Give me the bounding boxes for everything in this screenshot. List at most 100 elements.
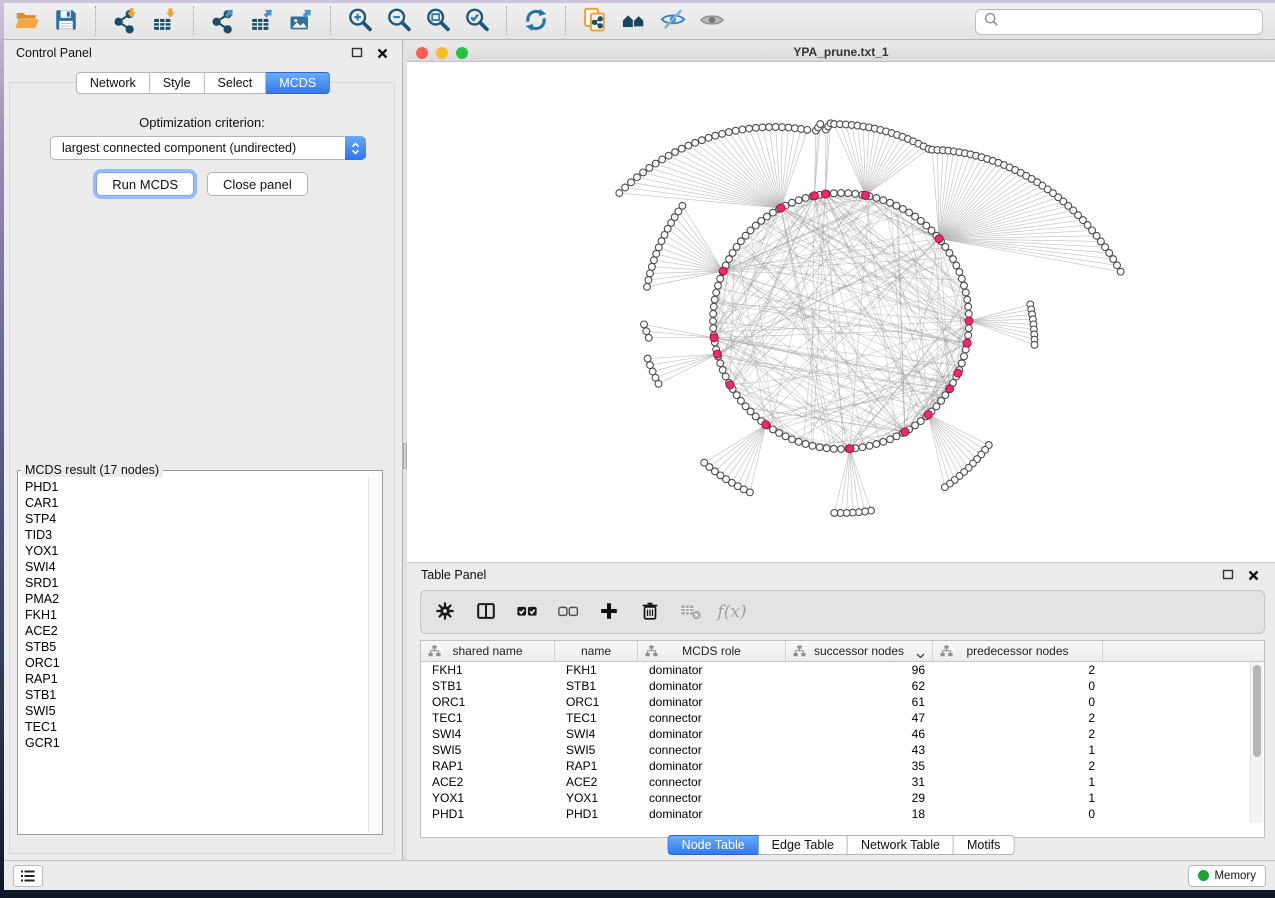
cell-shared-name[interactable]: SWI5 — [421, 742, 555, 758]
cell-mcds-role[interactable]: dominator — [638, 806, 786, 822]
mcds-result-item[interactable]: STB1 — [19, 687, 368, 703]
tab-network[interactable]: Network — [76, 72, 150, 94]
table-vertical-scrollbar[interactable] — [1253, 665, 1261, 757]
float-control-panel-button[interactable] — [349, 45, 365, 61]
table-row[interactable]: PHD1PHD1dominator180 — [421, 806, 1264, 822]
cell-name[interactable]: TEC1 — [555, 710, 638, 726]
mcds-result-item[interactable]: CAR1 — [19, 495, 368, 511]
hide-selected-button[interactable] — [656, 5, 690, 37]
table-row[interactable]: SWI4SWI4dominator462 — [421, 726, 1264, 742]
cell-predecessor-nodes[interactable]: 2 — [933, 710, 1103, 726]
cell-name[interactable]: RAP1 — [555, 758, 638, 774]
zoom-selected-button[interactable] — [460, 5, 494, 37]
column-header-predecessor-nodes[interactable]: predecessor nodes — [933, 641, 1103, 661]
delete-column-button[interactable] — [634, 594, 666, 630]
cell-successor-nodes[interactable]: 35 — [786, 758, 933, 774]
cell-shared-name[interactable]: SWI4 — [421, 726, 555, 742]
first-neighbors-button[interactable] — [617, 5, 651, 37]
mcds-result-item[interactable]: TEC1 — [19, 719, 368, 735]
cell-mcds-role[interactable]: connector — [638, 790, 786, 806]
new-network-from-selection-button[interactable] — [578, 5, 612, 37]
select-all-checkboxes-button[interactable] — [511, 594, 543, 630]
table-row[interactable]: SWI5SWI5connector431 — [421, 742, 1264, 758]
search-input[interactable] — [1005, 12, 1254, 32]
cell-shared-name[interactable]: ACE2 — [421, 774, 555, 790]
zoom-out-button[interactable] — [382, 5, 416, 37]
cell-predecessor-nodes[interactable]: 2 — [933, 662, 1103, 678]
table-settings-button[interactable] — [429, 594, 461, 630]
memory-button[interactable]: Memory — [1188, 865, 1266, 887]
mcds-result-item[interactable]: YOX1 — [19, 543, 368, 559]
refresh-layout-button[interactable] — [519, 5, 553, 37]
cell-mcds-role[interactable]: connector — [638, 742, 786, 758]
tab-network-table[interactable]: Network Table — [848, 835, 954, 855]
table-row[interactable]: TEC1TEC1connector472 — [421, 710, 1264, 726]
cell-predecessor-nodes[interactable]: 0 — [933, 678, 1103, 694]
cell-successor-nodes[interactable]: 31 — [786, 774, 933, 790]
cell-name[interactable]: SWI4 — [555, 726, 638, 742]
cell-mcds-role[interactable]: dominator — [638, 726, 786, 742]
save-session-button[interactable] — [49, 5, 83, 37]
cell-mcds-role[interactable]: dominator — [638, 678, 786, 694]
table-row[interactable]: ORC1ORC1dominator610 — [421, 694, 1264, 710]
cell-name[interactable]: ORC1 — [555, 694, 638, 710]
cell-shared-name[interactable]: STB1 — [421, 678, 555, 694]
export-table-button[interactable] — [245, 5, 279, 37]
tab-edge-table[interactable]: Edge Table — [759, 835, 848, 855]
table-row[interactable]: FKH1FKH1dominator962 — [421, 662, 1264, 678]
close-table-panel-button[interactable] — [1245, 567, 1261, 583]
mcds-result-item[interactable]: PMA2 — [19, 591, 368, 607]
cell-name[interactable]: YOX1 — [555, 790, 638, 806]
open-file-button[interactable] — [10, 5, 44, 37]
zoom-fit-button[interactable] — [421, 5, 455, 37]
column-header-MCDS-role[interactable]: MCDS role — [638, 641, 786, 661]
cell-predecessor-nodes[interactable]: 1 — [933, 742, 1103, 758]
tab-motifs[interactable]: Motifs — [954, 835, 1014, 855]
mcds-result-item[interactable]: PHD1 — [19, 479, 368, 495]
mcds-result-item[interactable]: FKH1 — [19, 607, 368, 623]
cell-name[interactable]: PHD1 — [555, 806, 638, 822]
tab-style[interactable]: Style — [150, 72, 205, 94]
mcds-list-scrollbar[interactable] — [368, 478, 381, 833]
cell-shared-name[interactable]: FKH1 — [421, 662, 555, 678]
tab-node-table[interactable]: Node Table — [668, 835, 759, 855]
export-network-button[interactable] — [206, 5, 240, 37]
cell-predecessor-nodes[interactable]: 2 — [933, 726, 1103, 742]
mcds-result-item[interactable]: SWI5 — [19, 703, 368, 719]
cell-mcds-role[interactable]: dominator — [638, 694, 786, 710]
task-history-button[interactable] — [13, 865, 43, 887]
table-row[interactable]: YOX1YOX1connector291 — [421, 790, 1264, 806]
toggle-columns-button[interactable] — [470, 594, 502, 630]
mcds-result-item[interactable]: STB5 — [19, 639, 368, 655]
cell-predecessor-nodes[interactable]: 0 — [933, 806, 1103, 822]
mcds-result-item[interactable]: RAP1 — [19, 671, 368, 687]
zoom-in-button[interactable] — [343, 5, 377, 37]
cell-successor-nodes[interactable]: 61 — [786, 694, 933, 710]
tab-mcds[interactable]: MCDS — [266, 72, 330, 94]
cell-successor-nodes[interactable]: 47 — [786, 710, 933, 726]
deselect-all-checkboxes-button[interactable] — [552, 594, 584, 630]
mcds-result-item[interactable]: SRD1 — [19, 575, 368, 591]
cell-shared-name[interactable]: PHD1 — [421, 806, 555, 822]
export-image-button[interactable] — [284, 5, 318, 37]
cell-shared-name[interactable]: ORC1 — [421, 694, 555, 710]
column-header-name[interactable]: name — [555, 641, 638, 661]
table-row[interactable]: RAP1RAP1dominator352 — [421, 758, 1264, 774]
cell-mcds-role[interactable]: connector — [638, 774, 786, 790]
cell-successor-nodes[interactable]: 43 — [786, 742, 933, 758]
tab-select[interactable]: Select — [205, 72, 267, 94]
cell-mcds-role[interactable]: dominator — [638, 662, 786, 678]
cell-successor-nodes[interactable]: 96 — [786, 662, 933, 678]
cell-name[interactable]: STB1 — [555, 678, 638, 694]
mcds-result-item[interactable]: GCR1 — [19, 735, 368, 751]
table-row[interactable]: ACE2ACE2connector311 — [421, 774, 1264, 790]
cell-shared-name[interactable]: TEC1 — [421, 710, 555, 726]
cell-predecessor-nodes[interactable]: 1 — [933, 774, 1103, 790]
cell-mcds-role[interactable]: dominator — [638, 758, 786, 774]
cell-name[interactable]: ACE2 — [555, 774, 638, 790]
add-column-button[interactable] — [593, 594, 625, 630]
cell-shared-name[interactable]: YOX1 — [421, 790, 555, 806]
cell-predecessor-nodes[interactable]: 2 — [933, 758, 1103, 774]
mcds-result-item[interactable]: ACE2 — [19, 623, 368, 639]
column-header-shared-name[interactable]: shared name — [421, 641, 555, 661]
